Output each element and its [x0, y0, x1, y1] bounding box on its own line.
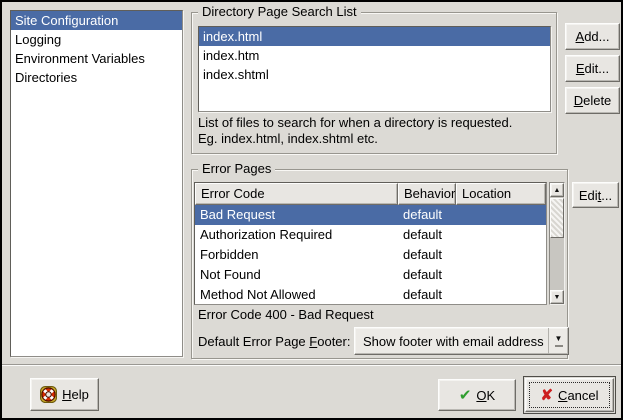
cancel-button[interactable]: ✘ Cancel	[525, 378, 614, 412]
config-section-list: Site Configuration Logging Environment V…	[10, 10, 183, 357]
scroll-down-icon: ▼	[554, 294, 561, 301]
error-table-scrollbar[interactable]: ▲ ▼	[549, 182, 565, 305]
sidebar-item-environment-variables[interactable]: Environment Variables	[11, 49, 182, 68]
error-table-header: Error Code Behavior Location	[195, 183, 546, 205]
group-title: Directory Page Search List	[198, 4, 361, 20]
table-row[interactable]: Bad Request default	[195, 205, 546, 225]
group-title: Error Pages	[198, 161, 275, 177]
error-code-status: Error Code 400 - Bad Request	[198, 307, 374, 322]
column-header-behavior[interactable]: Behavior	[398, 183, 456, 205]
file-list-item[interactable]: index.html	[199, 27, 550, 46]
file-list-item[interactable]: index.shtml	[199, 65, 550, 84]
edit-error-page-button[interactable]: Edit...	[572, 182, 619, 208]
scroll-down-button[interactable]: ▼	[550, 290, 564, 304]
sidebar-item-site-configuration[interactable]: Site Configuration	[11, 11, 182, 30]
table-row[interactable]: Forbidden default	[195, 245, 546, 265]
scroll-up-icon: ▲	[554, 187, 561, 194]
sidebar-item-logging[interactable]: Logging	[11, 30, 182, 49]
check-icon: ✔	[459, 388, 472, 403]
help-button[interactable]: Help	[30, 378, 99, 411]
directory-list-description: List of files to search for when a direc…	[198, 115, 554, 147]
delete-button[interactable]: Delete	[565, 87, 620, 114]
scroll-up-button[interactable]: ▲	[550, 183, 564, 197]
error-pages-table: Error Code Behavior Location Bad Request…	[194, 182, 547, 305]
x-icon: ✘	[540, 388, 553, 403]
edit-button[interactable]: Edit...	[565, 55, 620, 82]
lifebuoy-icon	[40, 386, 57, 403]
ok-button[interactable]: ✔ OK	[438, 379, 516, 411]
column-header-error-code[interactable]: Error Code	[195, 183, 398, 205]
dialog-separator	[2, 364, 621, 366]
cancel-button-default-ring: ✘ Cancel	[523, 376, 616, 414]
footer-select[interactable]: Show footer with email address ▼	[354, 327, 569, 355]
column-header-location[interactable]: Location	[456, 183, 546, 205]
table-row[interactable]: Not Found default	[195, 265, 546, 285]
directory-file-list: index.html index.htm index.shtml	[198, 26, 551, 112]
default-error-footer-label: Default Error Page Footer:	[198, 334, 350, 349]
file-list-item[interactable]: index.htm	[199, 46, 550, 65]
description-line: List of files to search for when a direc…	[198, 115, 554, 131]
app-window: Site Configuration Logging Environment V…	[0, 0, 623, 420]
table-row[interactable]: Authorization Required default	[195, 225, 546, 245]
scroll-thumb[interactable]	[550, 198, 564, 238]
combo-bar-icon	[555, 345, 563, 347]
sidebar-item-directories[interactable]: Directories	[11, 68, 182, 87]
footer-select-value: Show footer with email address	[355, 328, 548, 354]
description-line: Eg. index.html, index.shtml etc.	[198, 131, 554, 147]
combo-arrow-section: ▼	[548, 328, 568, 354]
add-button[interactable]: Add...	[565, 23, 620, 50]
chevron-down-icon: ▼	[555, 335, 563, 343]
table-row[interactable]: Method Not Allowed default	[195, 285, 546, 305]
